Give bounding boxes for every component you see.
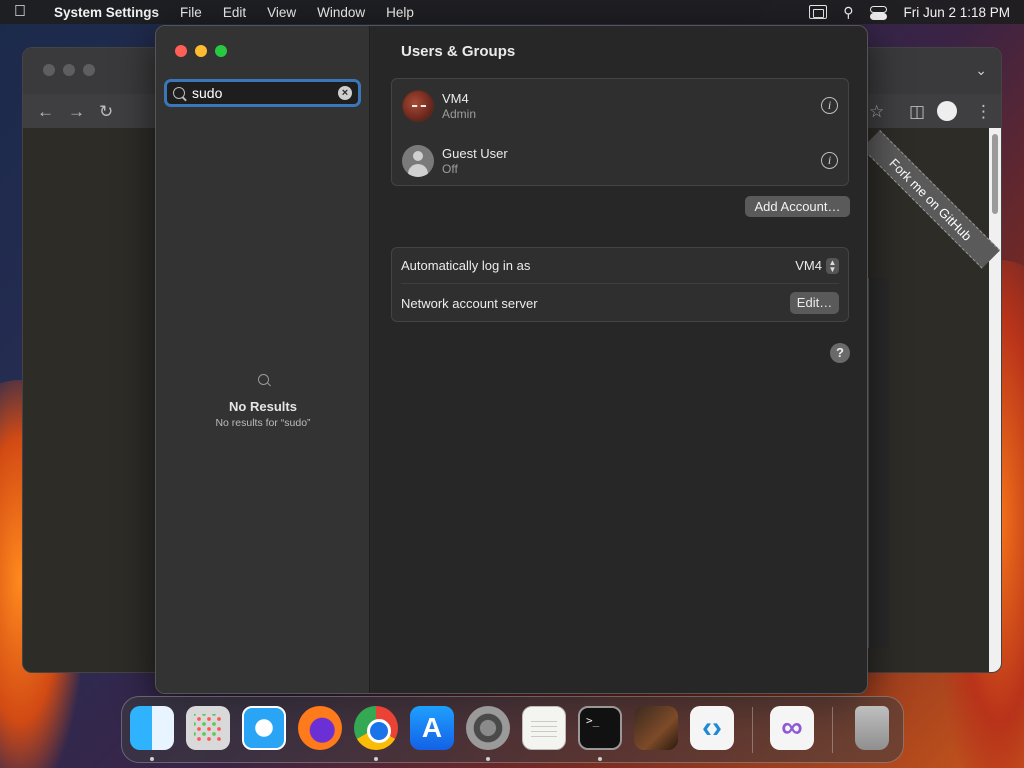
spotlight-icon[interactable]: ⚲ xyxy=(843,4,853,21)
browser-minimize-dot[interactable] xyxy=(63,64,75,76)
running-indicator xyxy=(486,757,490,761)
menu-view[interactable]: View xyxy=(267,5,296,20)
football-avatar-icon xyxy=(402,90,434,122)
clear-search-icon[interactable]: × xyxy=(338,86,352,100)
user-name: Guest User xyxy=(442,146,508,161)
settings-sidebar: sudo × No Results No results for “sudo” xyxy=(156,26,370,693)
user-role: Off xyxy=(442,162,458,176)
vscode-icon[interactable]: ‹› xyxy=(690,706,734,750)
back-arrow-icon[interactable]: ← xyxy=(37,102,54,122)
system-settings-window: sudo × No Results No results for “sudo” … xyxy=(155,25,868,694)
no-results-search-icon xyxy=(257,374,269,385)
forward-arrow-icon[interactable]: → xyxy=(68,102,85,122)
login-options-group: Automatically log in as VM4 ▲ ▼ Network a… xyxy=(391,247,849,322)
menu-edit[interactable]: Edit xyxy=(223,5,246,20)
browser-menu-icon[interactable]: ⋮ xyxy=(975,102,992,122)
add-account-button[interactable]: Add Account… xyxy=(745,196,850,217)
users-list: VM4 Admin i Guest User Off i xyxy=(391,78,849,186)
menu-help[interactable]: Help xyxy=(386,5,414,20)
browser-zoom-dot[interactable] xyxy=(83,64,95,76)
network-server-row: Network account server Edit… xyxy=(401,285,839,321)
side-panel-icon[interactable]: ◫ xyxy=(909,102,925,122)
zoom-button[interactable] xyxy=(215,45,227,57)
search-icon xyxy=(173,87,185,99)
trash-icon[interactable] xyxy=(855,706,889,750)
tab-list-chevron-icon[interactable]: ⌄ xyxy=(975,62,987,79)
chevron-up-down-icon: ▲ ▼ xyxy=(826,257,839,274)
visual-studio-icon[interactable]: ∞ xyxy=(770,706,814,750)
info-icon[interactable]: i xyxy=(821,152,838,169)
browser-side-panel xyxy=(868,278,890,648)
auto-login-row: Automatically log in as VM4 ▲ ▼ xyxy=(401,248,839,284)
no-results-subtitle: No results for “sudo” xyxy=(215,417,311,429)
running-indicator xyxy=(150,757,154,761)
system-settings-icon[interactable] xyxy=(466,706,510,750)
firefox-icon[interactable] xyxy=(298,706,342,750)
running-indicator xyxy=(598,757,602,761)
bookmark-star-icon[interactable]: ☆ xyxy=(869,102,884,122)
profile-avatar-icon[interactable] xyxy=(937,101,957,121)
menu-window[interactable]: Window xyxy=(317,5,365,20)
menu-file[interactable]: File xyxy=(180,5,202,20)
info-icon[interactable]: i xyxy=(821,97,838,114)
screen-mirroring-icon[interactable] xyxy=(809,5,828,19)
settings-main-pane: Users & Groups VM4 Admin i Guest User Of… xyxy=(371,26,867,693)
textedit-icon[interactable] xyxy=(522,706,566,750)
no-results-panel: No Results No results for “sudo” xyxy=(156,374,370,429)
close-button[interactable] xyxy=(175,45,187,57)
guest-avatar-icon xyxy=(402,145,434,177)
menu-app-name[interactable]: System Settings xyxy=(54,5,159,20)
page-title: Users & Groups xyxy=(401,43,516,60)
menu-bar:  System Settings File Edit View Window … xyxy=(0,0,1024,24)
terminal-icon[interactable]: >_ xyxy=(578,706,622,750)
edit-network-server-button[interactable]: Edit… xyxy=(790,292,839,314)
user-row-guest[interactable]: Guest User Off i xyxy=(402,141,838,181)
reload-icon[interactable]: ↻ xyxy=(99,102,113,122)
garageband-icon[interactable] xyxy=(634,706,678,750)
control-center-icon[interactable] xyxy=(869,5,888,20)
browser-close-dot[interactable] xyxy=(43,64,55,76)
running-indicator xyxy=(374,757,378,761)
user-role: Admin xyxy=(442,107,477,121)
network-server-label: Network account server xyxy=(401,295,538,311)
scrollbar-thumb[interactable] xyxy=(992,134,998,214)
safari-icon[interactable] xyxy=(242,706,286,750)
minimize-button[interactable] xyxy=(195,45,207,57)
auto-login-label: Automatically log in as xyxy=(401,258,531,273)
dock: A >_ ‹› ∞ xyxy=(121,696,904,763)
auto-login-popup[interactable]: VM4 ▲ ▼ xyxy=(795,257,839,274)
browser-scrollbar[interactable] xyxy=(989,128,1001,672)
finder-icon[interactable] xyxy=(130,706,174,750)
menu-extras: ⚲ Fri Jun 2 1:18 PM xyxy=(809,4,1010,21)
user-row-vm4[interactable]: VM4 Admin i xyxy=(402,86,838,126)
app-store-icon[interactable]: A xyxy=(410,706,454,750)
auto-login-value: VM4 xyxy=(795,258,822,273)
user-name: VM4 xyxy=(442,91,469,106)
launchpad-icon[interactable] xyxy=(186,706,230,750)
dock-separator xyxy=(752,707,753,753)
help-button[interactable]: ? xyxy=(830,343,850,363)
dock-separator xyxy=(832,707,833,753)
sidebar-search-field[interactable]: sudo × xyxy=(164,79,361,107)
no-results-title: No Results xyxy=(229,399,297,414)
menu-clock[interactable]: Fri Jun 2 1:18 PM xyxy=(903,5,1010,20)
search-input[interactable]: sudo xyxy=(192,85,338,101)
apple-menu-icon[interactable]:  xyxy=(14,3,40,21)
chrome-icon[interactable] xyxy=(354,706,398,750)
